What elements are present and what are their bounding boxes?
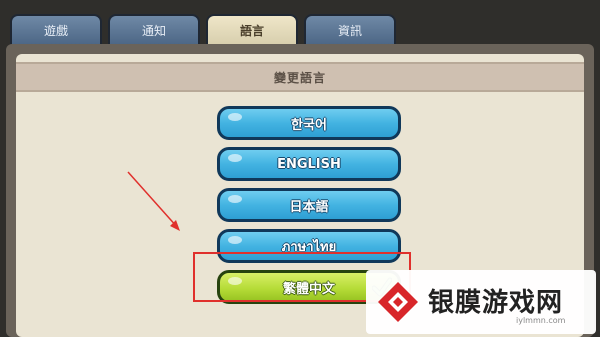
language-button-english[interactable]: ENGLISH bbox=[217, 147, 401, 181]
button-shine bbox=[228, 154, 242, 162]
language-label: 한국어 bbox=[291, 117, 327, 133]
tab-bar: 遊戲 通知 語言 資訊 bbox=[10, 14, 590, 46]
red-arrow-annotation bbox=[127, 171, 180, 231]
language-label: 日本語 bbox=[289, 199, 329, 215]
language-button-korean[interactable]: 한국어 bbox=[217, 106, 401, 140]
tab-game[interactable]: 遊戲 bbox=[10, 14, 102, 44]
button-shine bbox=[228, 195, 242, 203]
section-title: 變更語言 bbox=[16, 62, 584, 92]
button-shine bbox=[228, 113, 242, 121]
language-button-japanese[interactable]: 日本語 bbox=[217, 188, 401, 222]
watermark-url: iylmmn.com bbox=[516, 316, 566, 325]
tab-info[interactable]: 資訊 bbox=[304, 14, 396, 44]
tab-notice[interactable]: 通知 bbox=[108, 14, 200, 44]
game-screen: 遊戲 通知 語言 資訊 變更語言 한국어 ENGLISH 日本語 ภาษาไทย bbox=[0, 0, 600, 337]
tab-language[interactable]: 語言 bbox=[206, 14, 298, 44]
watermark-text: 银膜游戏网 bbox=[428, 288, 564, 318]
language-label: ENGLISH bbox=[277, 156, 341, 172]
button-shine bbox=[228, 236, 242, 244]
watermark-logo-icon bbox=[378, 282, 418, 322]
watermark: 银膜游戏网 iylmmn.com bbox=[366, 270, 596, 334]
